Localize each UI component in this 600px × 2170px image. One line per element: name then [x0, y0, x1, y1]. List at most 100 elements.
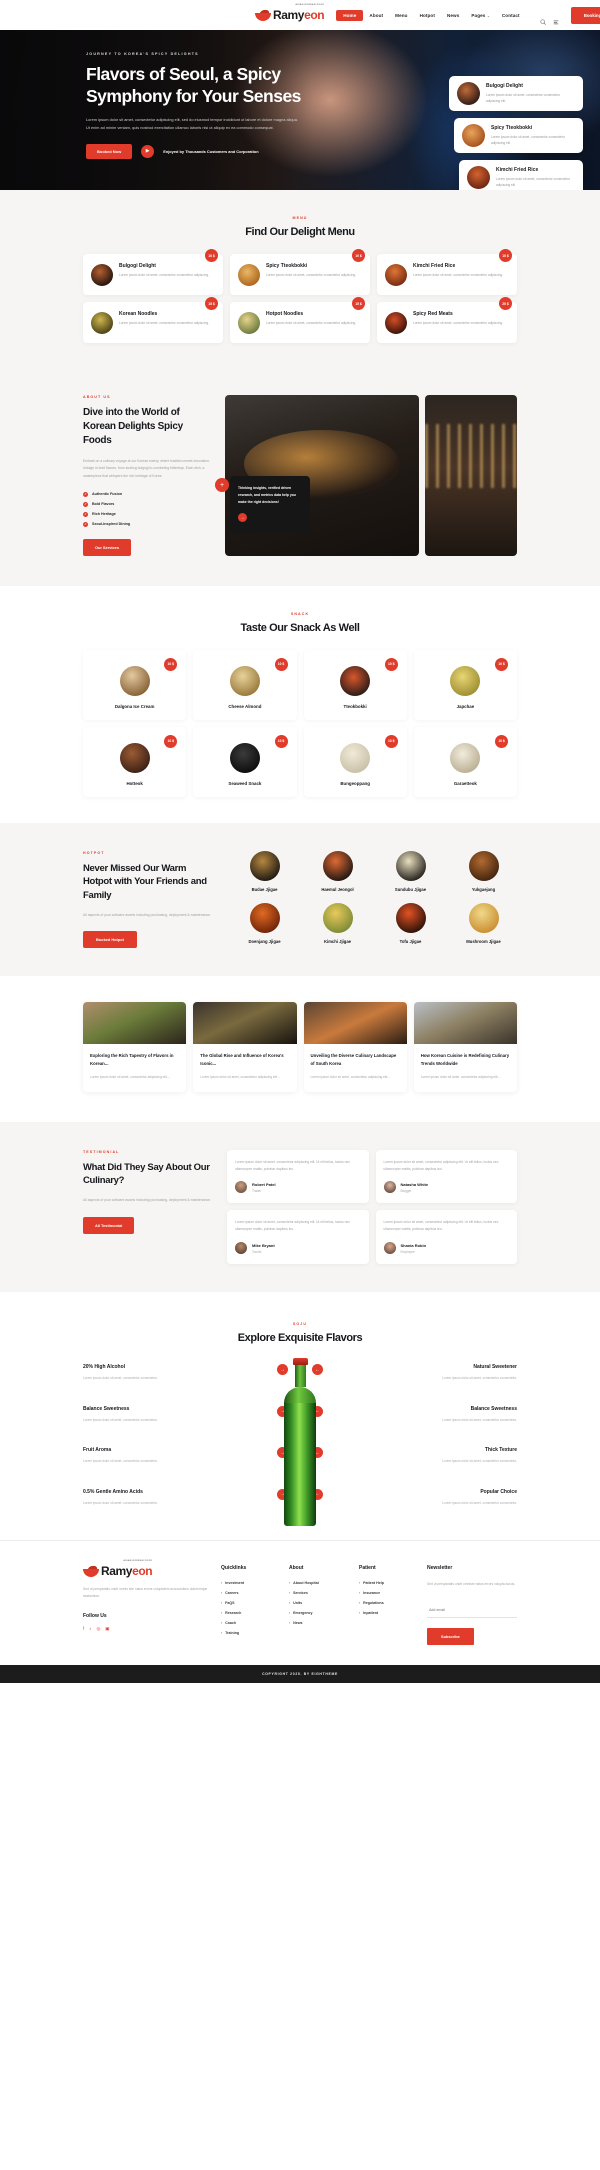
nav-item-menu[interactable]: Menu: [389, 10, 413, 21]
snack-card[interactable]: 10 $ Hotteok: [83, 726, 187, 797]
menu-item-name: Korean Noodles: [119, 311, 158, 317]
nav-item-news[interactable]: News: [441, 10, 465, 21]
hotpot-item[interactable]: Kimchi Jjigae: [304, 903, 371, 948]
menu-item-desc: Lorem ipsum dolor sit amet, consectetur …: [266, 321, 357, 325]
footer-link[interactable]: › About Hospital: [289, 1581, 349, 1585]
footer-link[interactable]: › Regulations: [359, 1601, 417, 1605]
menu-card[interactable]: 10 $ Kimchi Fried Rice Lorem ipsum dolor…: [377, 249, 517, 295]
hotpot-name: Haemul Jeongol: [321, 886, 354, 892]
hotpot-image: [395, 850, 426, 881]
blog-title: Unveiling the Diverse Culinary Landscape…: [310, 1053, 397, 1067]
footer-logo[interactable]: ASIAN KOREAN FOOD Ramyeon: [83, 1560, 211, 1577]
footer-link[interactable]: › Insurance: [359, 1591, 417, 1595]
snack-card[interactable]: 10 $ Cheese Almond: [193, 649, 297, 720]
arrow-right-icon[interactable]: →: [238, 512, 247, 522]
site-logo[interactable]: ASIAN KOREAN FOOD Ramyeon: [255, 4, 325, 21]
social-links: f ♪ ◎ ▣: [83, 1626, 211, 1632]
snack-card[interactable]: 10 $ Dalgona Ice Cream: [83, 649, 187, 720]
flavor-item[interactable]: ← Thick Texture Lorem ipsum dolor sit amet…: [312, 1447, 517, 1464]
instagram-icon[interactable]: ◎: [96, 1626, 100, 1632]
quicklinks-title: Quicklinks: [221, 1565, 247, 1572]
footer-link[interactable]: › Patient Help: [359, 1581, 417, 1585]
blog-card[interactable]: The Global Rise and Influence of Korea's…: [193, 1002, 297, 1092]
snack-card[interactable]: 10 $ Tteokbokki: [303, 649, 407, 720]
menu-card[interactable]: 20 $ Spicy Red Meats Lorem ipsum dolor s…: [377, 297, 517, 343]
patient-title: Patient: [359, 1565, 376, 1572]
blog-image: [303, 1002, 407, 1045]
our-services-button[interactable]: Our Services: [83, 538, 132, 556]
hero-booked-now-button[interactable]: Booked Now: [86, 143, 133, 159]
price-badge: 10 $: [164, 734, 178, 748]
nav-item-home[interactable]: Home: [336, 9, 364, 21]
footer-link[interactable]: › Emergency: [289, 1611, 349, 1615]
hotpot-item[interactable]: Mushroom Jjigae: [450, 903, 517, 948]
footer-link[interactable]: › Coach: [221, 1621, 279, 1625]
footer-link[interactable]: › Training: [221, 1631, 279, 1635]
price-badge: 10 $: [352, 249, 365, 262]
menu-card[interactable]: 10 $ Bulgogi Delight Lorem ipsum dolor s…: [83, 249, 223, 295]
menu-card[interactable]: 10 $ Spicy Tteokbokki Lorem ipsum dolor …: [230, 249, 370, 295]
testimonial-title: What Did They Say About Our Culinary?: [83, 1161, 210, 1187]
footer-link[interactable]: › FaQS: [221, 1601, 279, 1605]
flavor-title: Fruit Aroma: [83, 1447, 112, 1454]
logo-tagline: ASIAN KOREAN FOOD: [123, 1560, 153, 1563]
footer-link[interactable]: › Inpatient: [359, 1611, 417, 1615]
menu-card[interactable]: 15 $ Hotpot Noodles Lorem ipsum dolor si…: [230, 297, 370, 343]
hotpot-item[interactable]: Doenjang Jjigae: [231, 903, 298, 948]
hero-dish-card[interactable]: Kimchi Fried Rice Lorem ipsum dolor sit …: [459, 160, 583, 190]
snack-card[interactable]: 10 $ Japchae: [413, 649, 517, 720]
search-icon[interactable]: [540, 12, 546, 25]
flavor-item[interactable]: ← Balance Sweetness Lorem ipsum dolor sit …: [312, 1405, 517, 1423]
check-icon: ✓: [83, 521, 88, 527]
nav-item-pages[interactable]: Pages ⌄: [465, 10, 496, 21]
hotpot-item[interactable]: Sundubu Jjigae: [377, 850, 444, 896]
flavor-item[interactable]: → Fruit Aroma Lorem ipsum dolor sit amet, …: [83, 1447, 288, 1464]
nav-item-about[interactable]: About: [363, 10, 389, 21]
facebook-icon[interactable]: f: [83, 1626, 84, 1632]
hero-dish-card[interactable]: Spicy Tteokbokki Lorem ipsum dolor sit a…: [454, 118, 583, 153]
chevron-right-icon: ›: [221, 1581, 223, 1586]
flavor-item[interactable]: → Balance Sweetness Lorem ipsum dolor sit …: [83, 1405, 288, 1423]
flavor-title: Natural Sweetener: [473, 1364, 517, 1371]
blog-card[interactable]: Unveiling the Diverse Culinary Landscape…: [303, 1002, 407, 1092]
footer-link[interactable]: › Services: [289, 1591, 349, 1595]
subscribe-button[interactable]: Subscribe: [427, 1628, 474, 1646]
all-testimonial-button[interactable]: All Testimonial: [83, 1216, 135, 1234]
snack-card[interactable]: 10 $ Bungeoppang: [303, 726, 407, 797]
hotpot-image: [249, 850, 280, 881]
nav-item-hotpot[interactable]: Hotpot: [414, 10, 441, 21]
newsletter-email-input[interactable]: [427, 1603, 517, 1619]
play-icon[interactable]: ▶: [141, 144, 155, 158]
booked-hotpot-button[interactable]: Booked Hotpot: [83, 931, 137, 949]
check-icon: ✓: [83, 501, 88, 507]
hero-dish-card[interactable]: Bulgogi Delight Lorem ipsum dolor sit am…: [449, 76, 583, 111]
avatar: [383, 1242, 396, 1255]
cart-icon[interactable]: [553, 12, 559, 25]
hotpot-item[interactable]: Yukgaejang: [450, 850, 517, 896]
flavor-desc: Lorem ipsum dolor sit amet, consectetur …: [442, 1376, 517, 1381]
menu-item-name: Bulgogi Delight: [119, 263, 156, 269]
linkedin-icon[interactable]: ▣: [105, 1626, 109, 1632]
flavor-item[interactable]: ← Popular Choice Lorem ipsum dolor sit ame…: [312, 1488, 517, 1506]
booking-seat-button[interactable]: Booking Seat: [570, 6, 600, 24]
blog-card[interactable]: Exploring the Rich Tapestry of Flavors i…: [83, 1002, 187, 1092]
footer-link[interactable]: › News: [289, 1621, 349, 1625]
footer-link[interactable]: › Research: [221, 1611, 279, 1615]
tiktok-icon[interactable]: ♪: [89, 1626, 91, 1632]
hotpot-eyebrow: HOTPOT: [83, 850, 105, 855]
testimonial-person: Natasha White Blogger: [383, 1181, 510, 1194]
flavor-item[interactable]: → 0.5% Gentle Amino Acids Lorem ipsum dolo…: [83, 1488, 288, 1506]
footer-link[interactable]: › Units: [289, 1601, 349, 1605]
hotpot-item[interactable]: Tofu Jjigae: [377, 903, 444, 948]
footer-link[interactable]: › Careers: [221, 1591, 279, 1595]
hotpot-item[interactable]: Budae Jjigae: [231, 850, 298, 896]
footer-link[interactable]: › Investment: [221, 1581, 279, 1585]
hotpot-item[interactable]: Haemul Jeongol: [304, 850, 371, 896]
nav-item-contact[interactable]: Contact: [496, 10, 526, 21]
snack-card[interactable]: 10 $ Seaweed Snack: [193, 726, 297, 797]
flavor-item[interactable]: → 20% High Alcohol Lorem ipsum dolor sit a…: [83, 1364, 288, 1381]
menu-card[interactable]: 15 $ Korean Noodles Lorem ipsum dolor si…: [83, 297, 223, 343]
snack-card[interactable]: 10 $ Garaetteok: [413, 726, 517, 797]
blog-card[interactable]: How Korean Cuisine is Redefining Culinar…: [413, 1002, 517, 1092]
flavor-item[interactable]: ← Natural Sweetener Lorem ipsum dolor sit …: [312, 1364, 517, 1381]
